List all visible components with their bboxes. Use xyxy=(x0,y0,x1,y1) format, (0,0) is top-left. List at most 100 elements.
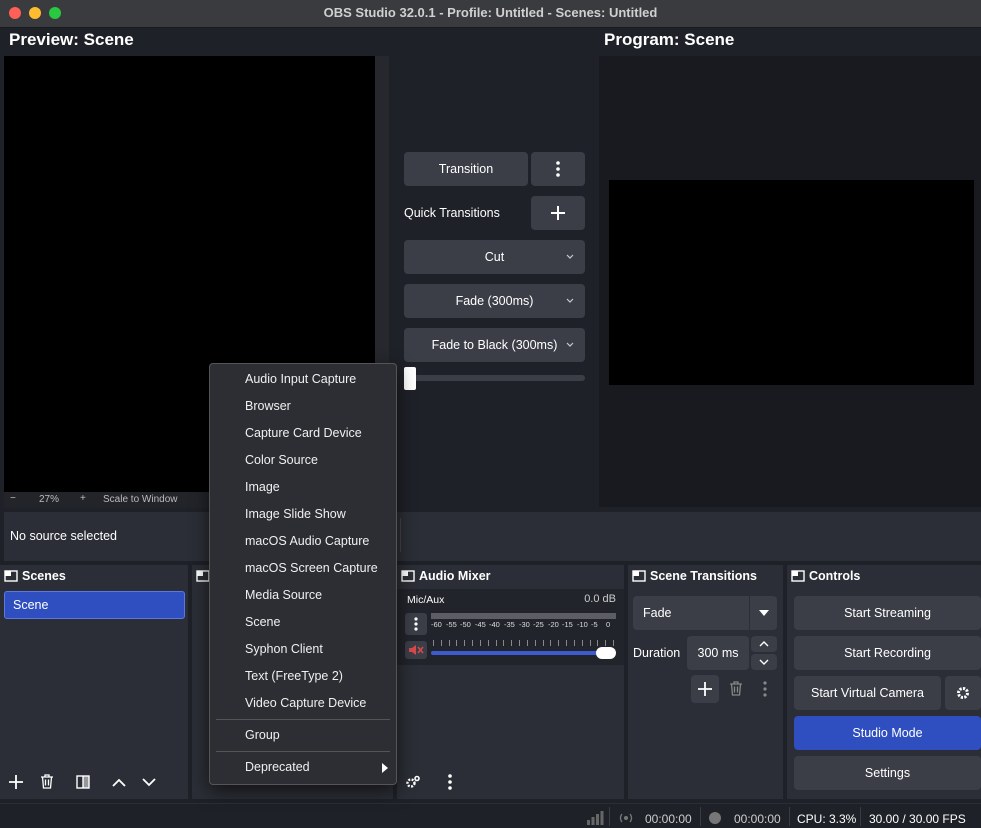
channel-options-button[interactable] xyxy=(405,613,427,635)
dock-float-icon xyxy=(196,570,210,582)
scale-to-window-button[interactable]: Scale to Window xyxy=(103,494,177,505)
fps-display: 30.00 / 30.00 FPS xyxy=(869,812,966,826)
caret-down-icon xyxy=(759,610,769,616)
transition-select-value: Fade xyxy=(643,606,672,620)
transition-button[interactable]: Transition xyxy=(404,152,528,186)
transition-properties-button[interactable] xyxy=(753,677,777,701)
menu-item[interactable]: Color Source xyxy=(210,447,396,474)
volume-tick xyxy=(605,640,606,646)
volume-tick xyxy=(496,640,497,646)
menu-item[interactable]: Audio Input Capture xyxy=(210,366,396,393)
signal-bars-icon xyxy=(587,811,604,825)
meter-scale-label: -30 xyxy=(519,620,530,629)
volume-tick xyxy=(574,640,575,646)
scene-transitions-title: Scene Transitions xyxy=(650,569,757,583)
status-bar: 00:00:00 00:00:00 CPU: 3.3% 30.00 / 30.0… xyxy=(0,803,981,828)
volume-tick xyxy=(433,640,434,646)
status-divider xyxy=(609,807,610,826)
settings-button[interactable]: Settings xyxy=(794,756,981,790)
menu-item[interactable]: macOS Screen Capture xyxy=(210,555,396,582)
menu-item[interactable]: Image Slide Show xyxy=(210,501,396,528)
quick-transition-fade-to-black[interactable]: Fade to Black (300ms) xyxy=(404,328,585,362)
toolbar-divider xyxy=(400,518,401,552)
audio-mixer-header: Audio Mixer xyxy=(397,565,624,587)
scenes-dock-title: Scenes xyxy=(22,569,66,583)
volume-tick xyxy=(488,640,489,646)
vertical-dots-icon xyxy=(414,617,418,631)
volume-tick xyxy=(449,640,450,646)
menu-item[interactable]: Video Capture Device xyxy=(210,690,396,717)
mute-button[interactable] xyxy=(405,641,427,659)
volume-ticks xyxy=(433,640,616,646)
chevron-down-icon xyxy=(566,342,574,347)
meter-scale-label: -50 xyxy=(460,620,471,629)
zoom-out-button[interactable]: − xyxy=(10,493,16,504)
volume-slider-track[interactable] xyxy=(431,651,611,655)
controls-header: Controls xyxy=(787,565,981,587)
menu-item[interactable]: Browser xyxy=(210,393,396,420)
duration-increment[interactable] xyxy=(751,636,777,652)
menu-item-label: Deprecated xyxy=(245,760,310,774)
program-canvas xyxy=(609,180,974,385)
menu-item[interactable]: Image xyxy=(210,474,396,501)
transition-tbar-handle[interactable] xyxy=(404,367,416,390)
menu-item[interactable]: Scene xyxy=(210,609,396,636)
plus-icon xyxy=(9,775,23,789)
move-scene-down-button[interactable] xyxy=(137,770,161,794)
start-streaming-button[interactable]: Start Streaming xyxy=(794,596,981,630)
add-transition-button[interactable] xyxy=(691,675,719,703)
record-time: 00:00:00 xyxy=(734,812,781,826)
scene-item[interactable]: Scene xyxy=(4,591,185,619)
volume-tick xyxy=(558,640,559,646)
chevron-up-icon xyxy=(112,778,126,787)
remove-transition-button[interactable] xyxy=(724,677,748,701)
volume-tick xyxy=(519,640,520,646)
menu-item[interactable]: macOS Audio Capture xyxy=(210,528,396,555)
volume-tick xyxy=(543,640,544,646)
volume-tick xyxy=(441,640,442,646)
studio-mode-button[interactable]: Studio Mode xyxy=(794,716,981,750)
meter-scale-label: -10 xyxy=(577,620,588,629)
transition-more-button[interactable] xyxy=(531,152,585,186)
meter-scale-label: -40 xyxy=(489,620,500,629)
status-divider xyxy=(860,807,861,826)
menu-item[interactable]: Text (FreeType 2) xyxy=(210,663,396,690)
duration-decrement[interactable] xyxy=(751,654,777,670)
duration-value: 300 ms xyxy=(697,646,739,660)
chevron-down-icon xyxy=(566,254,574,259)
chevron-down-icon xyxy=(566,298,574,303)
virtual-camera-settings-button[interactable] xyxy=(945,676,981,710)
menu-item-deprecated[interactable]: Deprecated xyxy=(210,754,396,781)
meter-scale-label: -25 xyxy=(533,620,544,629)
start-virtual-camera-button[interactable]: Start Virtual Camera xyxy=(794,676,941,710)
menu-item[interactable]: Capture Card Device xyxy=(210,420,396,447)
mixer-settings-button[interactable] xyxy=(401,770,425,794)
quick-transition-cut[interactable]: Cut xyxy=(404,240,585,274)
transition-select[interactable]: Fade xyxy=(633,596,777,630)
meter-scale: -60 -55 -50 -45 -40 -35 -30 -25 -20 -15 -10 -5 0 xyxy=(431,620,616,632)
menu-item[interactable]: Media Source xyxy=(210,582,396,609)
add-quick-transition-button[interactable] xyxy=(531,196,585,230)
move-scene-up-button[interactable] xyxy=(107,770,131,794)
streaming-icon xyxy=(619,813,633,823)
volume-tick xyxy=(535,640,536,646)
mixer-menu-button[interactable] xyxy=(438,770,462,794)
volume-tick xyxy=(511,640,512,646)
menu-item-group[interactable]: Group xyxy=(210,722,396,749)
transition-tbar-track[interactable] xyxy=(404,375,585,381)
start-recording-button[interactable]: Start Recording xyxy=(794,636,981,670)
menu-item[interactable]: Syphon Client xyxy=(210,636,396,663)
duration-input[interactable]: 300 ms xyxy=(687,636,749,670)
remove-scene-button[interactable] xyxy=(35,770,59,794)
meter-scale-label: -20 xyxy=(548,620,559,629)
volume-slider-handle[interactable] xyxy=(596,647,616,659)
zoom-in-button[interactable]: + xyxy=(80,493,86,504)
scene-filters-button[interactable] xyxy=(71,770,95,794)
quick-transition-label: Fade (300ms) xyxy=(455,294,534,308)
meter-scale-label: -45 xyxy=(475,620,486,629)
filter-icon xyxy=(76,775,90,789)
add-scene-button[interactable] xyxy=(4,770,28,794)
volume-tick xyxy=(597,640,598,646)
quick-transition-fade[interactable]: Fade (300ms) xyxy=(404,284,585,318)
chevron-down-icon xyxy=(759,659,769,665)
